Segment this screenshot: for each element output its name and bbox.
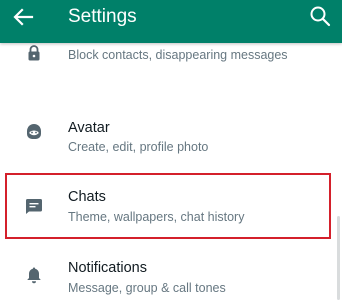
settings-item-subtitle: Create, edit, profile photo xyxy=(68,140,209,154)
lock-icon xyxy=(24,43,44,63)
settings-item-subtitle: Block contacts, disappearing messages xyxy=(68,48,288,62)
scrollbar[interactable] xyxy=(337,216,340,300)
settings-item-subtitle: Message, group & call tones xyxy=(68,281,226,295)
app-bar: Settings xyxy=(0,0,342,43)
avatar-face-icon xyxy=(24,121,44,141)
back-button[interactable] xyxy=(10,5,36,29)
settings-item-privacy[interactable]: Block contacts, disappearing messages xyxy=(0,43,342,93)
page-title: Settings xyxy=(68,6,137,27)
search-icon xyxy=(310,6,331,27)
search-button[interactable] xyxy=(308,4,332,28)
settings-item-title: Notifications xyxy=(68,260,147,276)
settings-item-notifications[interactable]: Notifications Message, group & call tone… xyxy=(0,250,342,300)
settings-item-title: Avatar xyxy=(68,120,110,136)
arrow-left-icon xyxy=(13,8,34,26)
bell-icon xyxy=(24,265,44,285)
settings-item-avatar[interactable]: Avatar Create, edit, profile photo xyxy=(0,105,342,160)
highlight-box xyxy=(5,173,331,239)
